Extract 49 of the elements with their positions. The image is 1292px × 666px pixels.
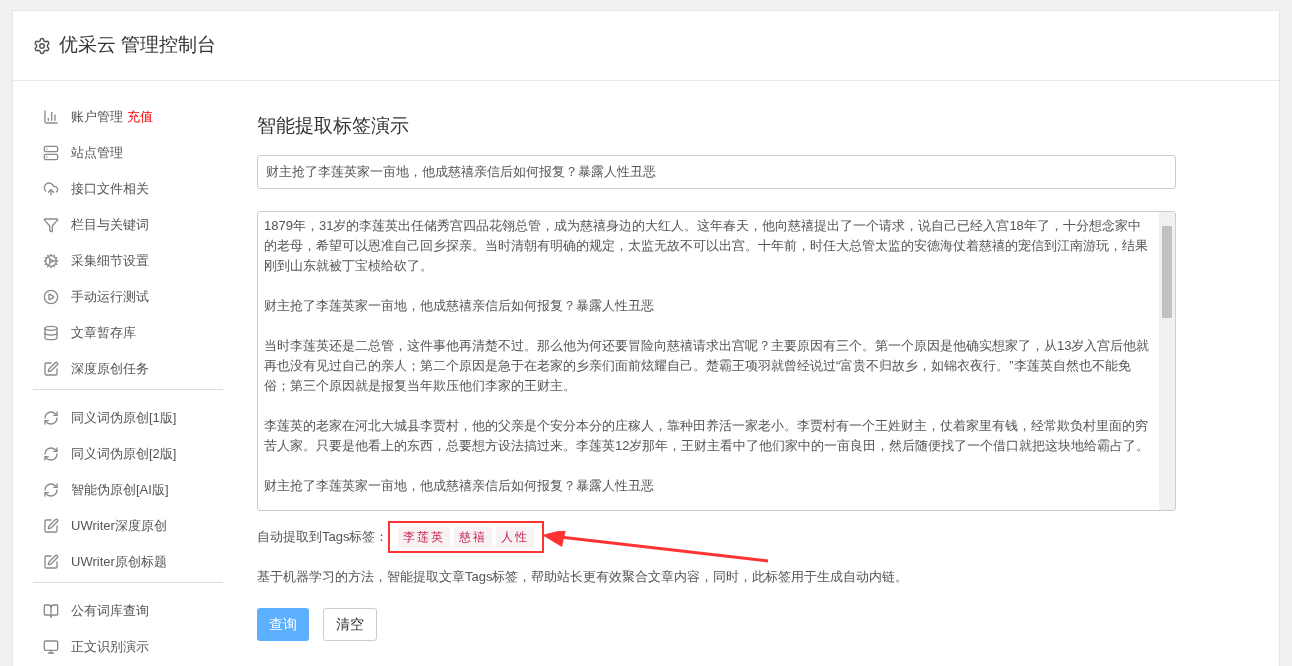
sidebar-item[interactable]: 采集细节设置	[33, 243, 223, 279]
refresh-icon	[43, 482, 59, 498]
sidebar-item[interactable]: 公有词库查询	[33, 593, 223, 629]
monitor-icon	[43, 639, 59, 655]
sidebar-item[interactable]: 同义词伪原创[2版]	[33, 436, 223, 472]
sidebar-item[interactable]: 同义词伪原创[1版]	[33, 400, 223, 436]
edit-icon	[43, 554, 59, 570]
description-text: 基于机器学习的方法，智能提取文章Tags标签，帮助站长更有效聚合文章内容，同时，此标签用于生成自动内链。	[257, 567, 910, 586]
scrollbar[interactable]	[1159, 211, 1175, 510]
scrollbar-thumb[interactable]	[1162, 225, 1172, 318]
tag: 慈禧	[454, 526, 493, 547]
sidebar-item[interactable]: 智能伪原创[AI版]	[33, 472, 223, 508]
sidebar-item[interactable]: 深度原创任务	[33, 351, 223, 387]
title-field[interactable]: 财主抢了李莲英家一亩地，他成慈禧亲信后如何报复？暴露人性丑恶	[257, 154, 1176, 189]
bar-chart-icon	[43, 109, 59, 125]
edit-icon	[43, 518, 59, 534]
tags-label: 自动提取到Tags标签：	[257, 527, 389, 546]
gears-icon	[43, 253, 59, 269]
paragraph: 当时李莲英还是二总管，这件事他再清楚不过。那么他为何还要冒险向慈禧请求出宫呢？主要原因有三个。第一个原因是他确实想家了，从13岁入宫后他就再也没有见过自己的亲人；第二个原因是急于在老家的乡亲们面前炫耀自己。楚霸王项羽就曾经说过“富贵不归故乡，如锦衣夜行。”李莲英自然也不能免俗；第三个原因就是报复当年欺压他们李家的王财主。	[264, 336, 1151, 395]
paragraph: 财主抢了李莲英家一亩地，他成慈禧亲信后如何报复？暴露人性丑恶	[264, 296, 655, 315]
tag: 李莲英	[398, 526, 451, 547]
paragraph: 李莲英的老家在河北大城县李贾村，他的父亲是个安分本分的庄稼人，靠种田养活一家老小。李贾村有一个王姓财主，仗着家里有钱，经常欺负村里面的穷苦人家。只要是他看上的东西，总要想方设法搞过来。李莲英12岁那年，王财主看中了他们家中的一亩良田，然后随便找了一个借口就把这块地给霸占了。	[264, 416, 1151, 455]
filter-icon	[43, 217, 59, 233]
sidebar-item[interactable]: 手动运行测试	[33, 279, 223, 315]
paragraph: 财主抢了李莲英家一亩地，他成慈禧亲信后如何报复？暴露人性丑恶	[264, 476, 655, 495]
sidebar-item[interactable]: UWriter原创标题	[33, 544, 223, 580]
book-icon	[43, 603, 59, 619]
sidebar-item[interactable]: 文章暂存库	[33, 315, 223, 351]
sidebar-item[interactable]: 账户管理 充值	[33, 99, 223, 135]
sidebar-item[interactable]: 接口文件相关	[33, 171, 223, 207]
sidebar-item[interactable]: 栏目与关键词	[33, 207, 223, 243]
tag: 人性	[496, 526, 535, 547]
cloud-upload-icon	[43, 181, 59, 197]
server-icon	[43, 145, 59, 161]
play-icon	[43, 289, 59, 305]
database-icon	[43, 325, 59, 341]
clear-button[interactable]: 清空	[323, 608, 377, 641]
content-field[interactable]	[257, 210, 1176, 511]
sidebar-item[interactable]: UWriter深度原创	[33, 508, 223, 544]
sidebar-item[interactable]: 站点管理	[33, 135, 223, 171]
console-title: 优采云 管理控制台	[59, 33, 217, 58]
sidebar-item[interactable]: 正文识别演示	[33, 629, 223, 665]
recharge-link[interactable]: 充值	[127, 109, 153, 125]
refresh-icon	[43, 446, 59, 462]
settings-icon	[33, 36, 51, 55]
refresh-icon	[43, 410, 59, 426]
edit-icon	[43, 361, 59, 377]
page-heading: 智能提取标签演示	[257, 114, 410, 138]
paragraph: 1879年，31岁的李莲英出任储秀宫四品花翎总管，成为慈禧身边的大红人。这年春天，他向慈禧提出了一个请求，说自己已经入宫18年了，十分想念家中的老母，希望可以恩准自己回乡探亲。当时清朝有明确的规定，太监无故不可以出宫。十年前，时任大总管太监的安德海仗着慈禧的宠信到江南游玩，结果刚到山东就被丁宝桢给砍了。	[264, 216, 1149, 275]
